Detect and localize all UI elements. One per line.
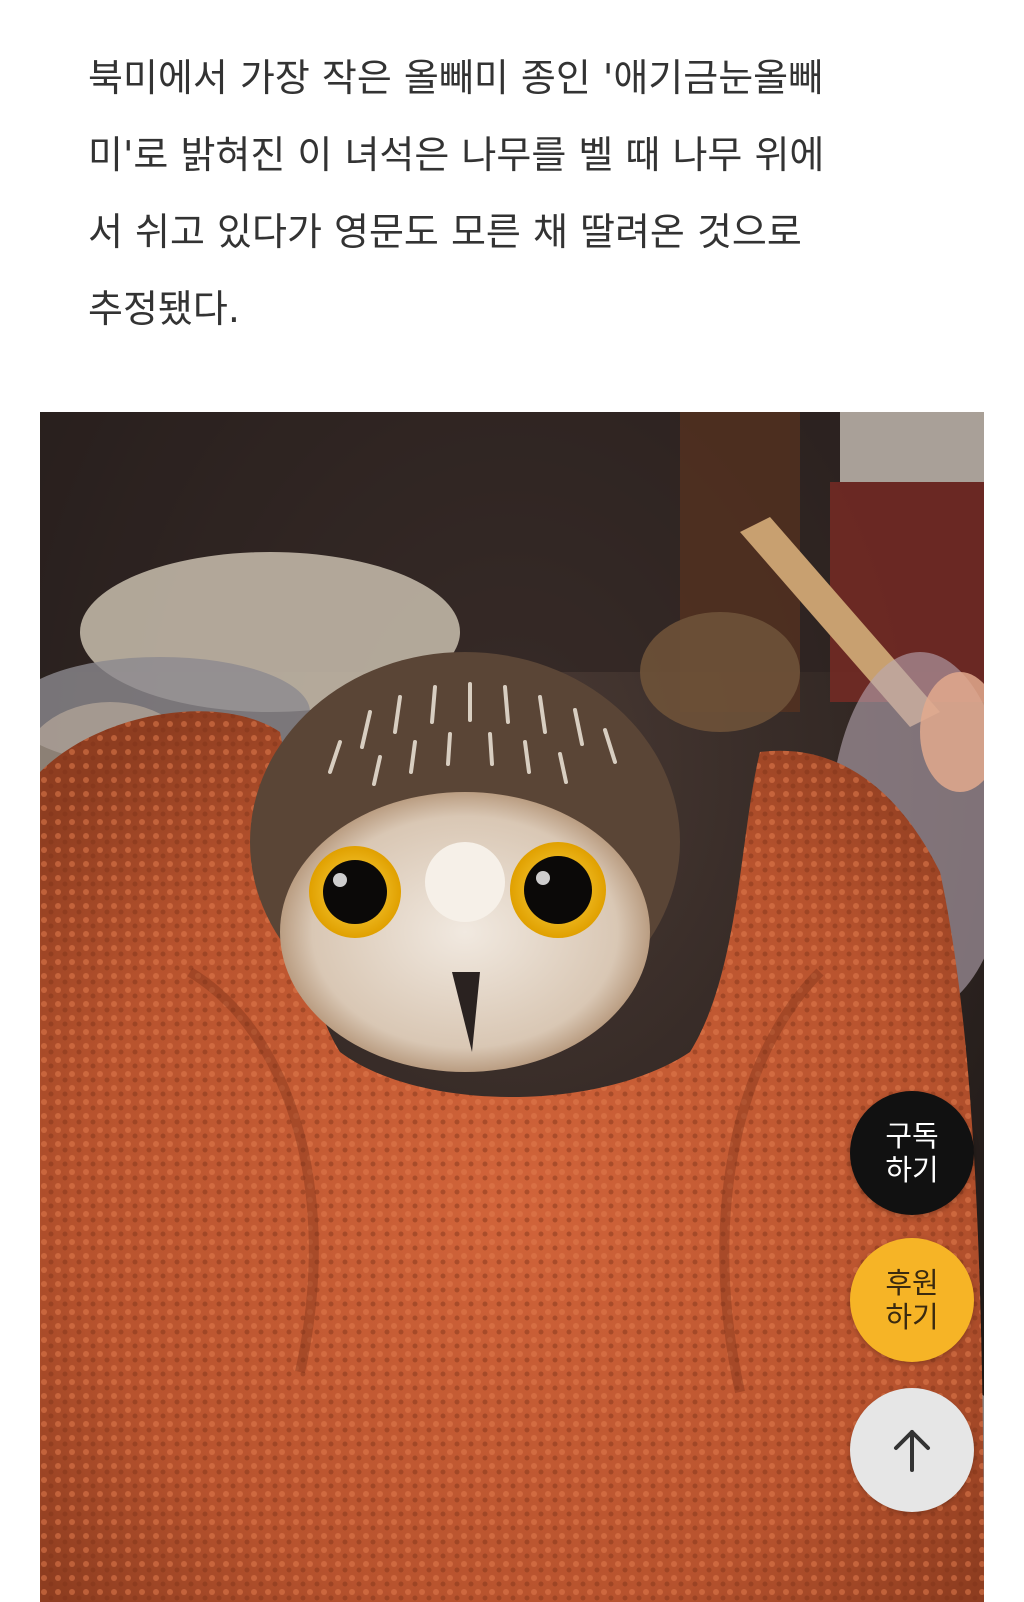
subscribe-label-line2: 하기 bbox=[885, 1153, 939, 1187]
support-label-line2: 하기 bbox=[885, 1300, 939, 1334]
scroll-to-top-button[interactable] bbox=[850, 1388, 974, 1512]
article-paragraph: 북미에서 가장 작은 올빼미 종인 '애기금눈올빼 미'로 밝혀진 이 녀석은 … bbox=[88, 56, 825, 331]
owl-photo-illustration bbox=[40, 412, 984, 1602]
support-button[interactable]: 후원 하기 bbox=[850, 1238, 974, 1362]
support-label-line1: 후원 bbox=[885, 1266, 939, 1300]
arrow-up-icon bbox=[894, 1430, 930, 1472]
subscribe-label-line1: 구독 bbox=[885, 1119, 939, 1153]
subscribe-button[interactable]: 구독 하기 bbox=[850, 1091, 974, 1215]
owl-photo bbox=[40, 412, 984, 1602]
